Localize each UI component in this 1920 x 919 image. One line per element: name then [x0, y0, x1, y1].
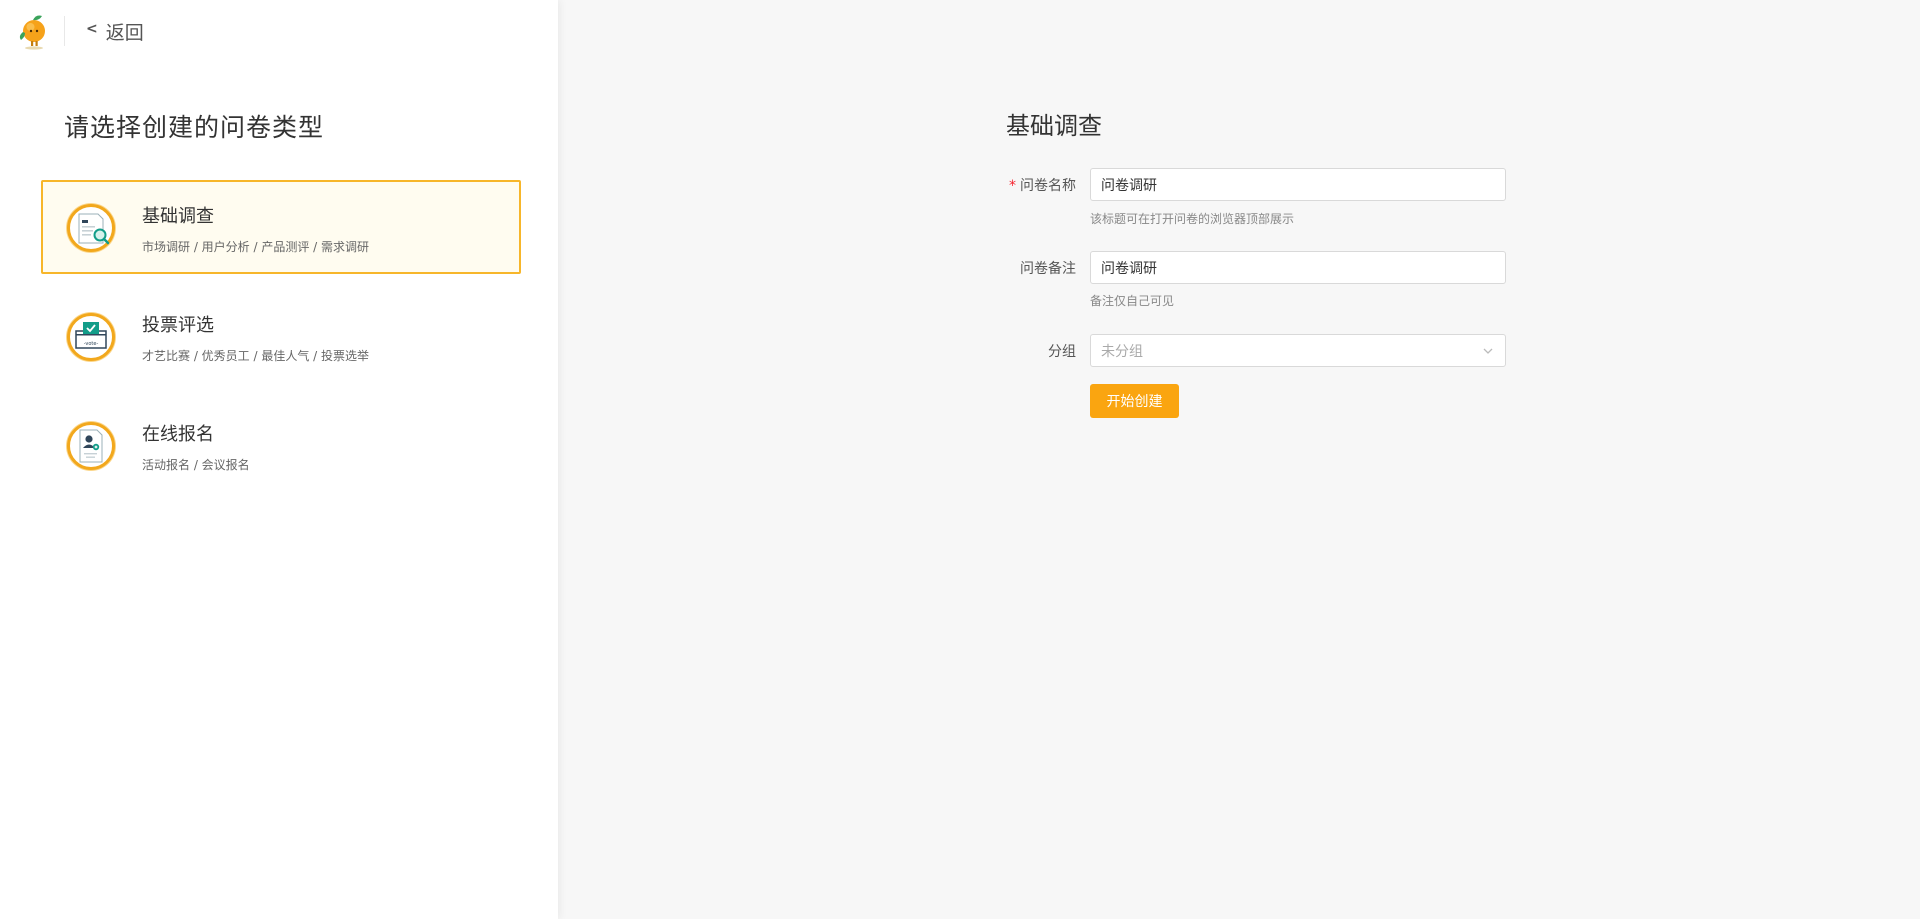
back-link[interactable]: < 返回	[86, 18, 144, 44]
chevron-left-icon: <	[86, 21, 98, 37]
group-select-placeholder: 未分组	[1101, 343, 1143, 360]
survey-remark-hint: 备注仅自己可见	[1090, 294, 1175, 308]
card-title: 投票评选	[142, 315, 214, 336]
type-card-basic-survey[interactable]: 基础调查 市场调研 / 用户分析 / 产品测评 / 需求调研	[41, 180, 521, 274]
survey-name-label-text: 问卷名称	[1020, 178, 1076, 194]
required-mark: *	[1009, 178, 1016, 194]
form-title: 基础调查	[1006, 112, 1102, 140]
create-form: 基础调查 * 问卷名称 问卷调研 该标题可在打开问卷的浏览器顶部展示 问卷备注 问…	[1006, 0, 1506, 500]
back-label: 返回	[105, 21, 144, 44]
survey-name-value: 问卷调研	[1101, 177, 1157, 194]
card-title: 在线报名	[142, 424, 214, 445]
top-bar: < 返回	[0, 0, 558, 62]
orange-mascot-logo[interactable]	[16, 12, 52, 50]
survey-remark-input[interactable]: 问卷调研	[1090, 251, 1506, 284]
vote-box-icon: -vote-	[66, 312, 116, 362]
card-description: 才艺比赛 / 优秀员工 / 最佳人气 / 投票选举	[142, 349, 370, 363]
survey-type-panel: < 返回 请选择创建的问卷类型 基础调查 市场调研 / 用户分析 / 产品测评 …	[0, 0, 558, 919]
survey-name-hint: 该标题可在打开问卷的浏览器顶部展示	[1090, 212, 1295, 226]
type-card-vote[interactable]: -vote- 投票评选 才艺比赛 / 优秀员工 / 最佳人气 / 投票选举	[41, 289, 521, 383]
group-label: 分组	[1048, 344, 1076, 360]
header-divider	[64, 16, 65, 46]
group-select[interactable]: 未分组	[1090, 334, 1506, 367]
card-description: 市场调研 / 用户分析 / 产品测评 / 需求调研	[142, 240, 370, 254]
svg-text:-vote-: -vote-	[84, 341, 99, 347]
start-create-button[interactable]: 开始创建	[1090, 384, 1179, 418]
registration-form-icon	[66, 421, 116, 471]
survey-remark-label: 问卷备注	[1020, 261, 1076, 277]
type-card-registration[interactable]: 在线报名 活动报名 / 会议报名	[41, 398, 521, 492]
panel-title: 请选择创建的问卷类型	[64, 113, 325, 142]
survey-remark-value: 问卷调研	[1101, 260, 1157, 277]
survey-document-icon	[66, 203, 116, 253]
card-title: 基础调查	[142, 206, 214, 227]
survey-name-input[interactable]: 问卷调研	[1090, 168, 1506, 201]
card-description: 活动报名 / 会议报名	[142, 458, 250, 472]
survey-name-label: * 问卷名称	[1009, 175, 1076, 195]
chevron-down-icon	[1483, 348, 1493, 354]
